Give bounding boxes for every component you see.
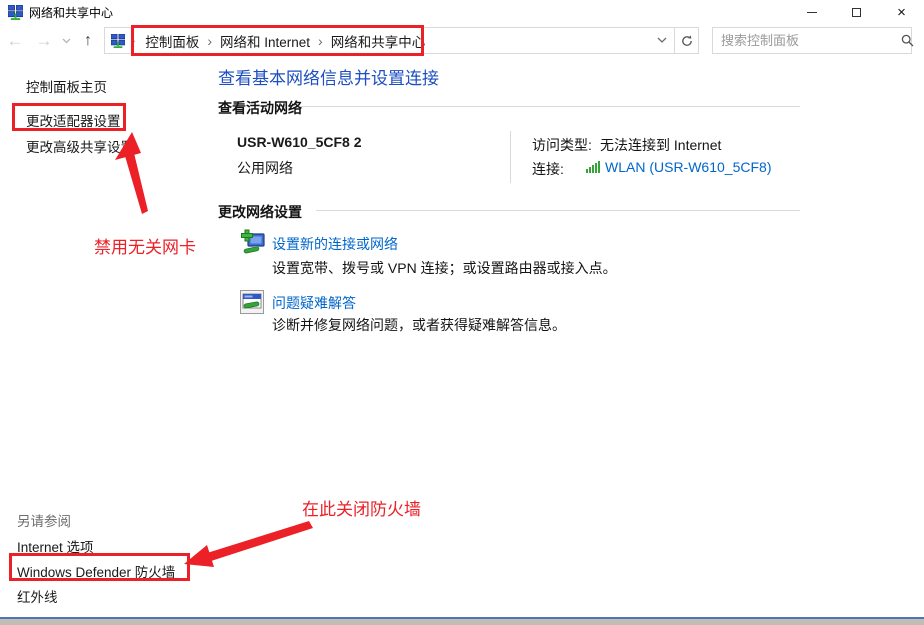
network-center-icon-small <box>111 34 125 48</box>
change-network-settings-label: 更改网络设置 <box>218 202 302 222</box>
recent-pages-dropdown[interactable] <box>58 38 74 44</box>
title-bar: 网络和共享中心 × <box>0 0 924 24</box>
access-type-value: 无法连接到 Internet <box>600 135 721 155</box>
sidebar-item-control-panel-home[interactable]: 控制面板主页 <box>26 76 107 96</box>
search-icon[interactable] <box>901 34 914 47</box>
search-input[interactable] <box>713 33 901 48</box>
troubleshoot-icon <box>240 290 264 317</box>
window-bottom-edge[interactable] <box>0 619 924 625</box>
annotation-arrows <box>0 0 924 625</box>
annotation-arrow-adapter-shaft <box>125 153 148 214</box>
sidebar-item-infrared[interactable]: 红外线 <box>17 586 58 606</box>
wifi-signal-icon <box>586 160 602 173</box>
minimize-icon <box>807 12 817 13</box>
troubleshoot-description: 诊断并修复网络问题，或者获得疑难解答信息。 <box>272 315 566 335</box>
troubleshoot-link[interactable]: 问题疑难解答 <box>272 293 356 313</box>
access-type-label: 访问类型: <box>532 135 592 155</box>
back-button[interactable]: ← <box>0 31 30 51</box>
address-dropdown-button[interactable] <box>650 37 674 44</box>
setup-new-connection-link[interactable]: 设置新的连接或网络 <box>272 234 398 254</box>
network-name: USR-W610_5CF8 2 <box>237 134 362 150</box>
search-box <box>712 27 912 54</box>
close-button[interactable]: × <box>879 0 924 24</box>
section-divider <box>300 106 800 107</box>
annotation-text-disable-adapters: 禁用无关网卡 <box>94 233 196 258</box>
annotation-box-firewall <box>9 553 190 581</box>
see-also-header: 另请参阅 <box>17 510 71 530</box>
annotation-text-close-firewall: 在此关闭防火墙 <box>302 495 421 520</box>
network-info-divider <box>510 131 511 183</box>
annotation-box-adapter-settings <box>12 103 126 131</box>
setup-new-connection-description: 设置宽带、拨号或 VPN 连接；或设置路由器或接入点。 <box>272 258 617 278</box>
connection-label: 连接: <box>532 159 564 179</box>
annotation-box-breadcrumb <box>131 25 424 56</box>
refresh-button[interactable] <box>674 28 698 53</box>
page-title: 查看基本网络信息并设置连接 <box>218 64 439 89</box>
refresh-icon <box>681 35 693 47</box>
setup-new-connection-icon <box>238 229 266 260</box>
forward-button[interactable]: → <box>30 31 58 51</box>
chevron-down-icon <box>657 37 667 44</box>
maximize-button[interactable] <box>834 0 879 24</box>
close-icon: × <box>897 5 906 20</box>
chevron-down-icon <box>62 38 71 44</box>
network-profile: 公用网络 <box>237 158 293 178</box>
section-divider <box>316 210 800 211</box>
window-title: 网络和共享中心 <box>29 4 113 21</box>
annotation-arrow-firewall-shaft <box>207 521 313 561</box>
wlan-connection-link[interactable]: WLAN (USR-W610_5CF8) <box>605 159 771 175</box>
maximize-icon <box>852 8 861 17</box>
sidebar-item-advanced-sharing-settings[interactable]: 更改高级共享设置 <box>26 136 134 156</box>
network-center-icon <box>8 5 23 20</box>
active-networks-section-label: 查看活动网络 <box>218 98 302 118</box>
up-button[interactable]: ↑ <box>74 32 102 50</box>
minimize-button[interactable] <box>789 0 834 24</box>
